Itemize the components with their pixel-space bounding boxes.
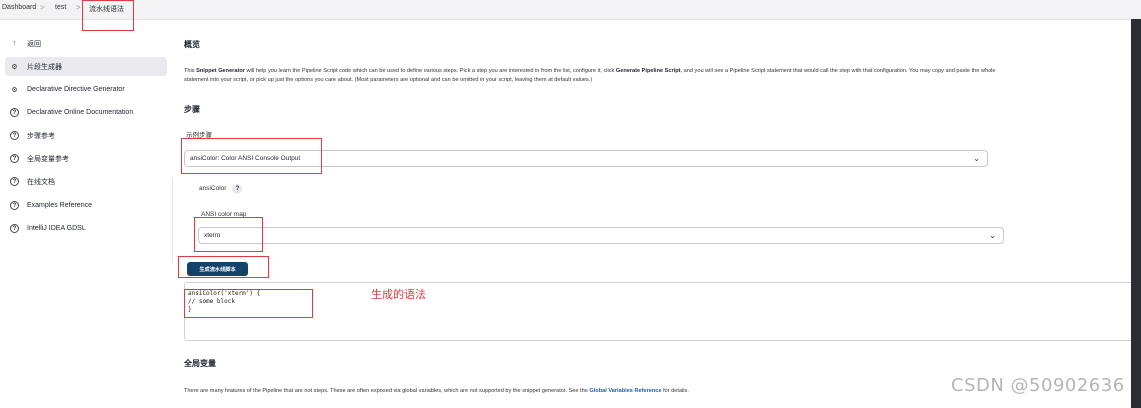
help-circle-icon: ? [10, 154, 19, 163]
sidebar-item-label: 片段生成器 [27, 63, 62, 71]
sidebar-item-intellij-idea-gdsl[interactable]: ? IntelliJ IDEA GDSL [5, 219, 167, 238]
overview-description-line1: This Snippet Generator will help you lea… [184, 67, 996, 76]
steps-heading: 步骤 [184, 105, 200, 114]
help-circle-icon: ? [10, 201, 19, 210]
overview-description-line2: statement into your script, or pick up j… [184, 77, 593, 83]
highlight-box-generate-button [178, 256, 269, 278]
sidebar-item-label: Examples Reference [27, 202, 92, 209]
ansicolor-label: ansiColor [199, 185, 227, 192]
sidebar-item-label: 全局变量参考 [27, 155, 69, 163]
highlight-box-color-map [194, 217, 263, 252]
breadcrumb: Dashboard > test > 流水线语法 [0, 0, 1141, 20]
arrow-up-icon: ↑ [12, 40, 17, 47]
global-variables-reference-link[interactable]: Global Variables Reference [589, 388, 661, 394]
breadcrumb-separator: > [76, 3, 81, 12]
sidebar-item-declarative-online-documentation[interactable]: ? Declarative Online Documentation [5, 103, 167, 122]
breadcrumb-separator: > [40, 3, 45, 12]
help-circle-icon: ? [10, 177, 19, 186]
sidebar-item-examples-reference[interactable]: ? Examples Reference [5, 196, 167, 215]
overview-text: , and you will see a Pipeline Script sta… [680, 68, 996, 74]
sidebar-item-label: 步骤参考 [27, 132, 55, 140]
help-icon[interactable]: ? [232, 184, 243, 194]
help-circle-icon: ? [10, 131, 19, 140]
highlight-box-sample-step [181, 138, 322, 174]
sidebar-item-snippet-generator[interactable]: ⚙ 片段生成器 [5, 57, 167, 76]
color-map-select[interactable]: xterm ⌄ [198, 227, 1004, 244]
window-edge [1131, 19, 1141, 408]
watermark: CSDN @50902636 [951, 375, 1125, 396]
global-variables-text: for details. [661, 388, 689, 394]
global-variables-heading: 全局变量 [184, 359, 216, 368]
sidebar-item-global-variables-reference[interactable]: ? 全局变量参考 [5, 149, 167, 168]
annotation-generated-syntax: 生成的语法 [371, 289, 426, 301]
sidebar-item-declarative-directive-generator[interactable]: ⚙ Declarative Directive Generator [5, 80, 167, 99]
chevron-down-icon: ⌄ [989, 231, 996, 240]
overview-heading: 概览 [184, 40, 200, 49]
sidebar-item-label: IntelliJ IDEA GDSL [27, 225, 86, 232]
help-circle-icon: ? [10, 224, 19, 233]
gear-icon: ⚙ [11, 86, 18, 94]
sidebar-item-online-documentation[interactable]: ? 在线文档 [5, 172, 167, 191]
sidebar-item-label: 返回 [27, 40, 41, 48]
sidebar-item-label: 在线文档 [27, 178, 55, 186]
gear-icon: ⚙ [11, 63, 18, 71]
global-variables-description: There are many features of the Pipeline … [184, 388, 689, 394]
help-circle-icon: ? [10, 108, 19, 117]
global-variables-text: There are many features of the Pipeline … [184, 388, 590, 394]
sidebar-item-label: Declarative Directive Generator [27, 86, 125, 93]
chevron-down-icon: ⌄ [973, 154, 980, 163]
generated-script-textarea[interactable]: ansiColor('xterm') { // some block } [184, 282, 1141, 341]
step-config-panel [172, 178, 1009, 262]
sidebar-item-back[interactable]: ↑ 返回 [5, 34, 167, 53]
sidebar-item-steps-reference[interactable]: ? 步骤参考 [5, 126, 167, 145]
sidebar-item-label: Declarative Online Documentation [27, 109, 134, 116]
overview-text-bold: Generate Pipeline Script [615, 68, 681, 74]
overview-text-bold: Snippet Generator [196, 68, 245, 74]
breadcrumb-test[interactable]: test [55, 4, 66, 11]
sidebar: ↑ 返回 ⚙ 片段生成器 ⚙ Declarative Directive Gen… [0, 19, 172, 408]
overview-text: will help you learn the Pipeline Script … [244, 68, 616, 74]
highlight-box-generated-code [184, 289, 313, 318]
overview-text: This [184, 68, 197, 74]
ansicolor-row: ansiColor? [199, 184, 243, 194]
breadcrumb-dashboard[interactable]: Dashboard [2, 4, 36, 11]
